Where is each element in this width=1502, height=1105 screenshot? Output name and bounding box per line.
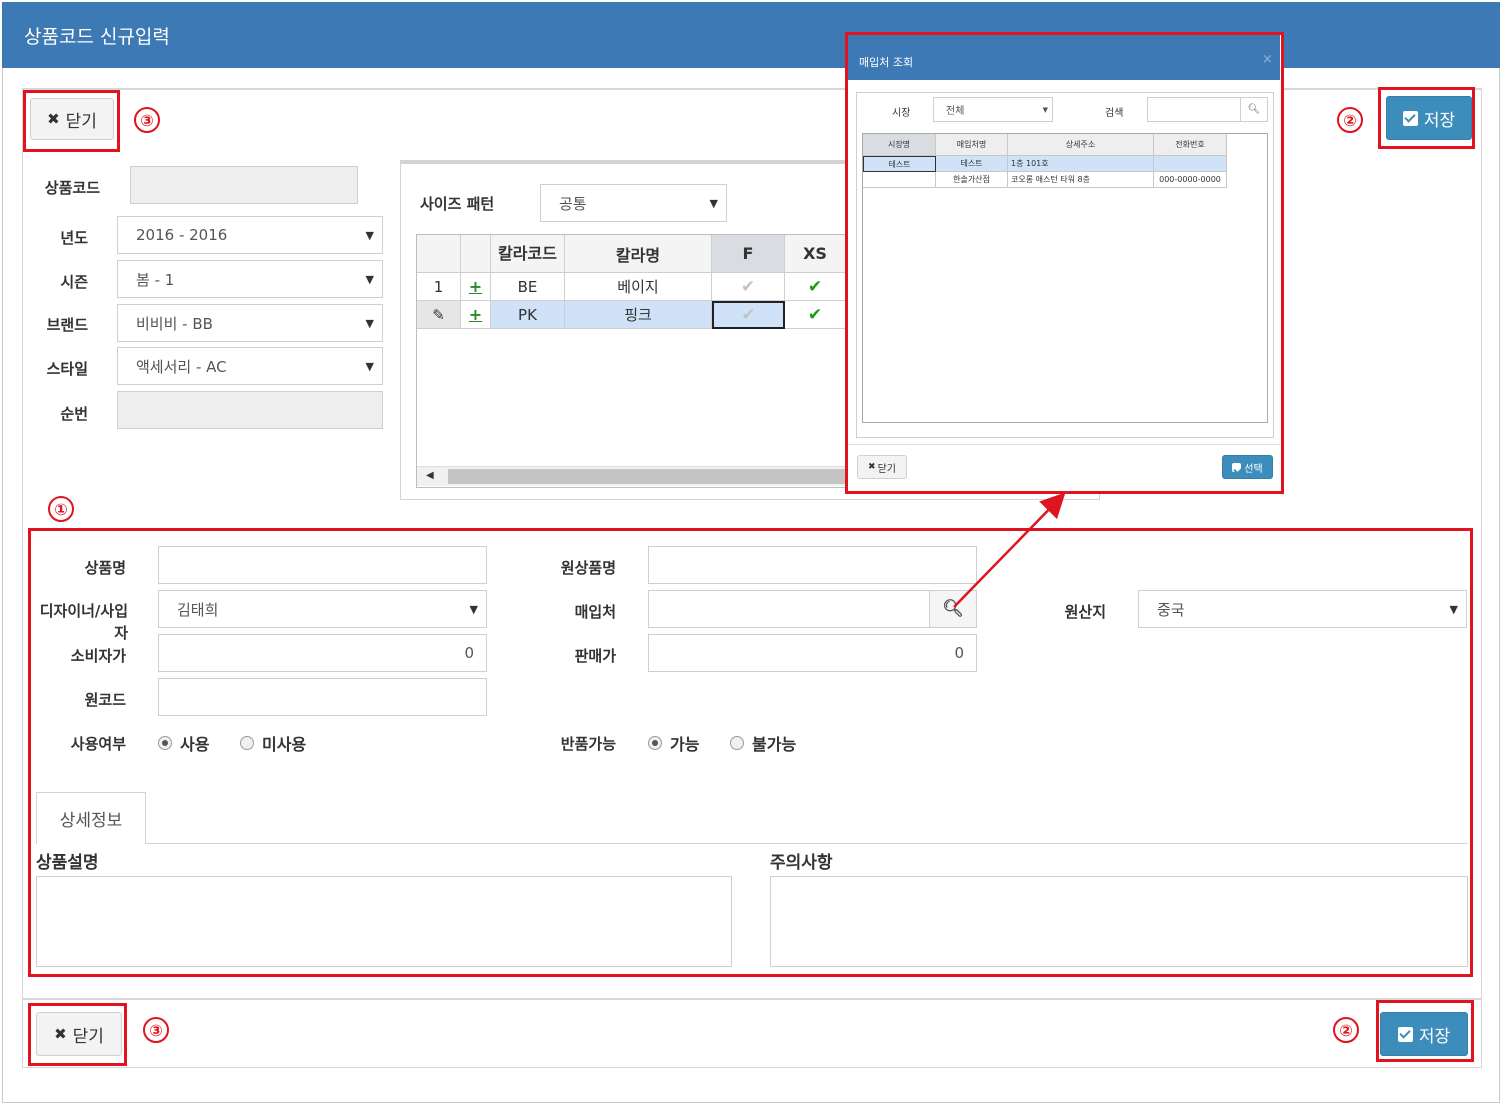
page: 상품코드 신규입력 ✖ 닫기 저장 상품코드 년도 2016 - 2016 시즌… bbox=[0, 0, 1502, 1105]
annotation-arrow bbox=[953, 492, 1066, 608]
